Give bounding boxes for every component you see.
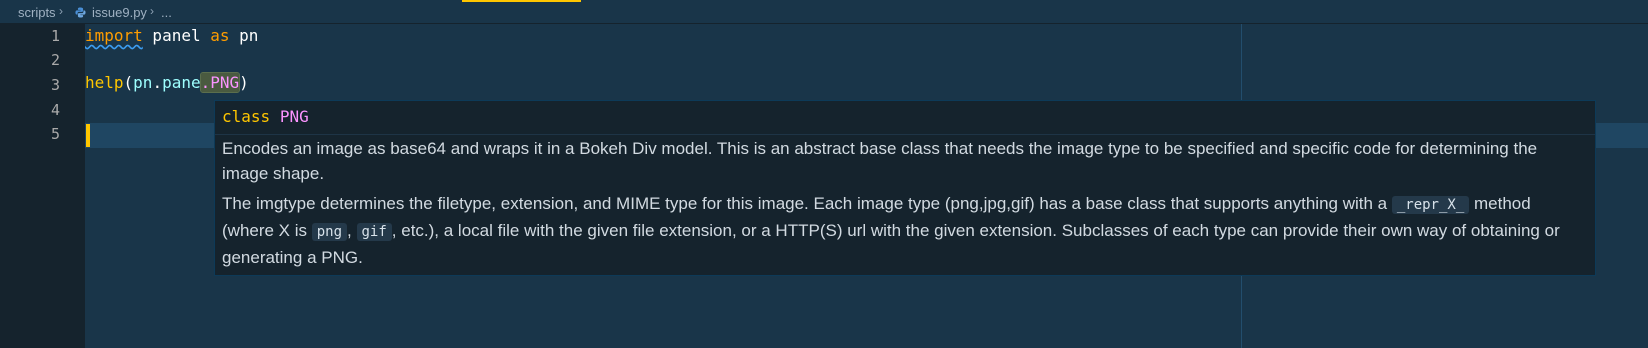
chevron-right-icon: ›	[59, 4, 63, 18]
inline-code: gif	[356, 223, 392, 241]
alias-name: pn	[229, 26, 259, 45]
line-number-gutter[interactable]: 1 2 3 4 5	[0, 24, 85, 348]
text-cursor	[86, 124, 90, 147]
signature-class-name: PNG	[279, 107, 309, 126]
close-paren: )	[239, 73, 249, 92]
text-span: , etc.), a local file with the given fil…	[222, 221, 1560, 267]
module-name: panel	[142, 26, 211, 45]
attribute-name: pane	[162, 73, 201, 92]
text-span: The imgtype determines the filetype, ext…	[222, 194, 1392, 213]
line-number: 5	[50, 125, 60, 143]
help-function: help	[85, 73, 124, 92]
hover-tooltip[interactable]: class PNG Encodes an image as base64 and…	[214, 100, 1596, 276]
chevron-right-icon: ›	[150, 4, 154, 18]
breadcrumb-symbol[interactable]: ...	[161, 5, 172, 21]
breadcrumb-file[interactable]: issue9.py	[92, 5, 147, 21]
active-tab-indicator	[462, 0, 581, 2]
hover-description-1: Encodes an image as base64 and wraps it …	[222, 139, 1538, 183]
code-line-1[interactable]: import panel as pn	[85, 26, 258, 46]
code-line-3[interactable]: help(pn.pane.PNG)	[85, 72, 249, 93]
inline-code: png	[311, 223, 348, 241]
line-number: 2	[50, 51, 60, 69]
text-span: ,	[347, 221, 357, 240]
hover-signature: class PNG	[222, 106, 309, 128]
class-keyword: class	[222, 107, 271, 126]
inline-code: _repr_X_	[1391, 196, 1470, 214]
line-number: 4	[50, 101, 60, 119]
open-paren: (	[123, 73, 134, 92]
hover-description-2: The imgtype determines the filetype, ext…	[222, 191, 1587, 270]
import-keyword: import	[85, 26, 143, 45]
class-name: PNG	[210, 73, 240, 92]
object-name: pn	[133, 73, 153, 92]
breadcrumb-folder[interactable]: scripts	[18, 5, 56, 21]
line-number: 1	[50, 27, 60, 45]
dot: .	[200, 73, 211, 92]
breadcrumb: scripts › issue9.py › ...	[0, 0, 1648, 24]
dot: .	[152, 73, 163, 92]
as-keyword: as	[210, 26, 230, 45]
python-icon	[75, 7, 86, 18]
hovered-class-name[interactable]: .PNG	[199, 72, 241, 93]
line-number: 3	[50, 76, 60, 94]
hover-divider	[215, 134, 1595, 135]
